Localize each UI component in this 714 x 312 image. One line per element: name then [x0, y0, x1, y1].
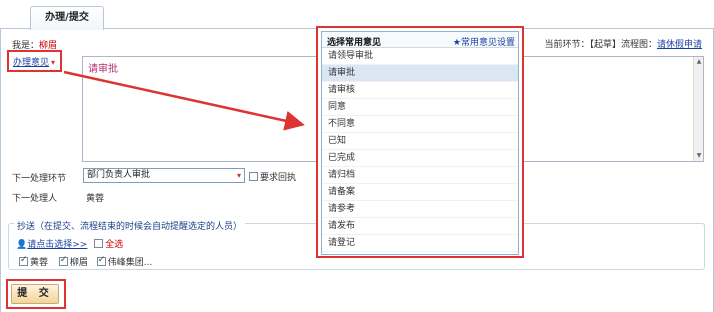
popup-title: 选择常用意见	[327, 38, 382, 48]
select-all-checkbox[interactable]	[94, 239, 104, 248]
opinion-item[interactable]: 请登记	[322, 235, 518, 252]
opinion-settings-link[interactable]: ★常用意见设置	[453, 35, 515, 48]
opinion-item[interactable]: 请领导审批	[322, 48, 518, 65]
opinion-item[interactable]: 请审核	[322, 82, 518, 99]
opinion-item[interactable]: 已完成	[322, 150, 518, 167]
next-step-label: 下一处理环节	[12, 174, 67, 184]
cc-person-name: 柳眉	[69, 258, 88, 268]
opinion-link[interactable]: 办理意见 ▾	[13, 55, 55, 68]
callback-checkbox[interactable]	[249, 172, 258, 181]
next-handler-label: 下一处理人	[12, 194, 58, 204]
cc-legend: 抄送（在提交、流程结束的时候会自动提醒选定的人员）	[14, 219, 246, 232]
cc-people-row: 黄蓉 柳眉 伟峰集团...	[19, 255, 152, 268]
callback-option[interactable]: 要求回执	[249, 170, 296, 183]
cc-pick-link[interactable]: 请点击选择>>	[27, 240, 87, 250]
opinion-item[interactable]: 不同意	[322, 116, 518, 133]
popup-content: 选择常用意见 ★常用意见设置 请领导审批 请审批 请审核 同意 不同意 已知 已…	[321, 31, 519, 255]
cc-person-checkbox[interactable]	[19, 255, 28, 266]
opinion-item[interactable]: 请参考	[322, 201, 518, 218]
cc-person-checkbox[interactable]	[58, 255, 68, 266]
opinion-item[interactable]: 请归档	[322, 167, 518, 184]
opinion-list: 请领导审批 请审批 请审核 同意 不同意 已知 已完成 请归档 请备案 请参考 …	[322, 48, 518, 252]
opinion-item[interactable]: 请备案	[322, 184, 518, 201]
cc-person-name: 伟峰集团...	[107, 258, 153, 268]
opinion-item-selected[interactable]: 请审批	[322, 65, 518, 82]
scroll-up-icon[interactable]: ▲	[695, 58, 703, 66]
opinion-item[interactable]: 请发布	[322, 218, 518, 235]
submit-button[interactable]: 提 交	[11, 284, 59, 304]
scroll-down-icon[interactable]: ▼	[695, 152, 703, 160]
flowchart-link[interactable]: 请休假申请	[657, 40, 702, 50]
opinion-textarea-text: 请审批	[88, 64, 118, 75]
dropdown-icon[interactable]: ▾	[51, 58, 55, 67]
textarea-scrollbar[interactable]: ▲ ▼	[693, 57, 703, 161]
popup-header: 选择常用意见 ★常用意见设置	[322, 32, 518, 48]
cc-person-name: 黄蓉	[30, 258, 49, 268]
current-node-info: 当前环节：【起草】流程图：请休假申请	[544, 37, 702, 50]
user-icon: 👤	[16, 240, 28, 250]
opinion-item[interactable]: 同意	[322, 99, 518, 116]
opinion-link-text[interactable]: 办理意见	[13, 58, 49, 68]
tab-bar: 办理/提交	[0, 0, 714, 30]
cc-person-checkbox[interactable]	[96, 255, 106, 266]
current-node-label: 当前环节：【起草】流程图：	[544, 40, 657, 50]
tab-process-submit[interactable]: 办理/提交	[30, 6, 104, 30]
select-all-label: 全选	[105, 240, 124, 250]
next-step-value: 部门负责人审批	[87, 170, 151, 180]
common-opinion-popup: 选择常用意见 ★常用意见设置 请领导审批 请审批 请审核 同意 不同意 已知 已…	[316, 26, 524, 258]
next-handler-value: 黄蓉	[86, 194, 105, 204]
opinion-item[interactable]: 已知	[322, 133, 518, 150]
cc-picker-row: 👤请点击选择>> 全选	[16, 237, 123, 250]
callback-label: 要求回执	[260, 173, 297, 183]
next-step-select[interactable]: 部门负责人审批 ▾	[83, 168, 245, 183]
chevron-down-icon[interactable]: ▾	[237, 169, 241, 182]
